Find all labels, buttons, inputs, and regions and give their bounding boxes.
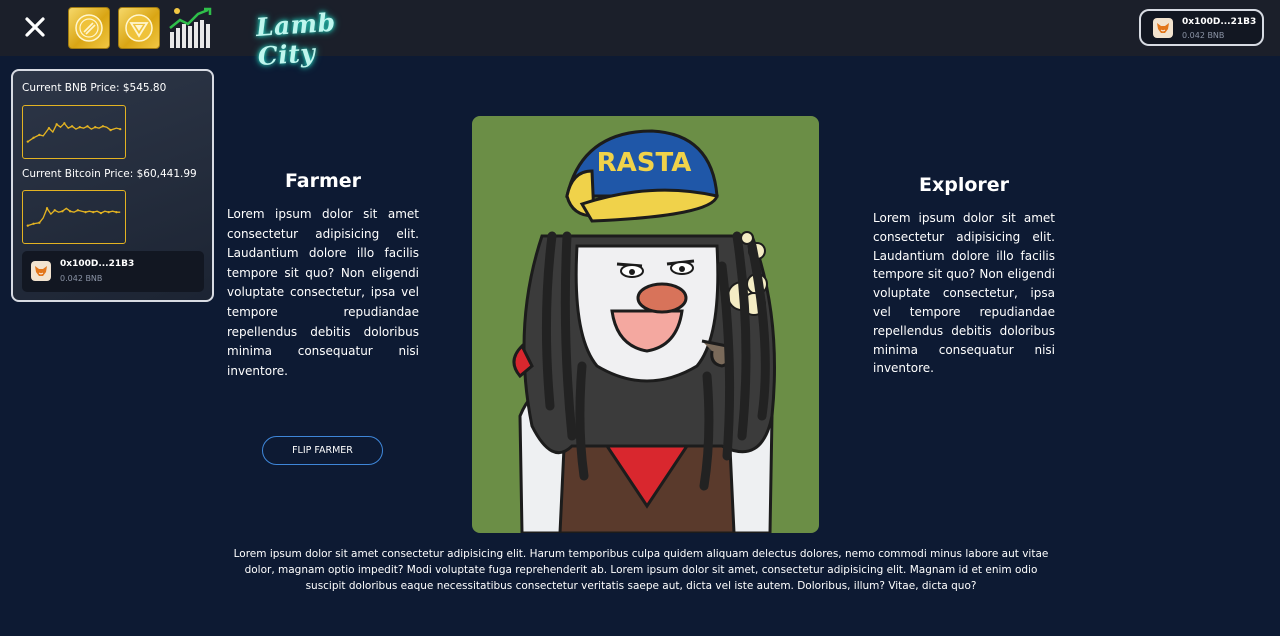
cap-text: RASTA — [597, 148, 692, 178]
explorer-title: Explorer — [918, 174, 1010, 196]
farmer-title: Farmer — [284, 170, 362, 192]
flip-farmer-button[interactable]: FLIP FARMER — [262, 436, 383, 465]
price-panel: Current BNB Price: $545.80 Current Bitco… — [11, 69, 214, 302]
wallet-balance: 0.042 BNB — [60, 274, 103, 283]
bnb-coin-icon[interactable] — [68, 7, 110, 49]
wallet-address: 0x100D...21B3 — [60, 259, 135, 269]
lamb-city-logo: Lamb City — [254, 7, 337, 72]
rasta-lion-nft-image: RASTA — [472, 116, 819, 533]
btc-price-label: Current Bitcoin Price: $60,441.99 — [22, 168, 197, 180]
metamask-fox-icon — [1153, 18, 1173, 38]
top-bar: Lamb City 0x100D...21B3 0.042 BNB — [0, 0, 1280, 72]
panel-wallet-card[interactable]: 0x100D...21B3 0.042 BNB — [22, 251, 204, 292]
close-icon[interactable] — [22, 14, 48, 40]
bnb-price-sparkline[interactable] — [22, 105, 126, 159]
bnb-price-label: Current BNB Price: $545.80 — [22, 82, 167, 94]
wallet-balance: 0.042 BNB — [1182, 31, 1225, 40]
explorer-description: Lorem ipsum dolor sit amet consectetur a… — [873, 211, 1055, 376]
farmer-description: Lorem ipsum dolor sit amet consectetur a… — [227, 207, 419, 378]
token-coin-icon[interactable] — [118, 7, 160, 49]
wallet-address: 0x100D...21B3 — [1182, 17, 1257, 27]
metamask-fox-icon — [31, 261, 51, 281]
wallet-button[interactable]: 0x100D...21B3 0.042 BNB — [1139, 9, 1264, 46]
footer-description: Lorem ipsum dolor sit amet consectetur a… — [233, 548, 1049, 592]
stats-chart-icon[interactable] — [168, 6, 214, 50]
btc-price-sparkline[interactable] — [22, 190, 126, 244]
